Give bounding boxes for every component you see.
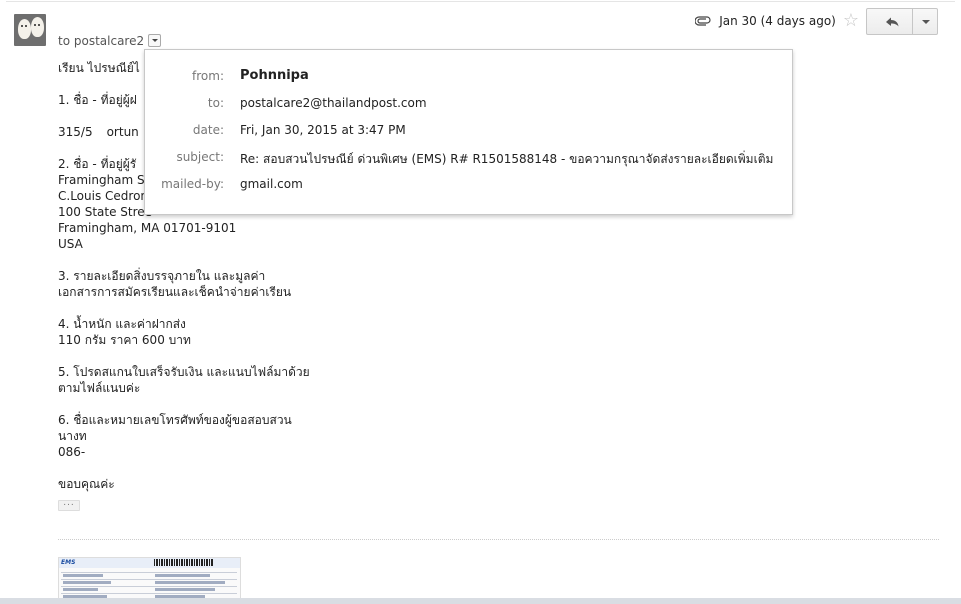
ems-logo: EMS — [61, 559, 76, 566]
avatar-egg-right — [31, 17, 44, 37]
details-date-value: Fri, Jan 30, 2015 at 3:47 PM — [240, 123, 406, 137]
reply-button[interactable] — [866, 8, 913, 35]
barcode-image — [154, 559, 214, 566]
details-mailedby-value: gmail.com — [240, 177, 303, 191]
section-weight: 4. น้ำหนัก และค่าฝากส่ง 110 กรัม ราคา 60… — [58, 317, 191, 347]
sender-avatar[interactable] — [14, 14, 46, 46]
details-from-label: from: — [192, 69, 224, 83]
section-receipt: 5. โปรดสแกนใบเสร็จรับเงิน และแนบไฟล์มาด้… — [58, 365, 310, 395]
message-meta: Jan 30 (4 days ago) ☆ — [695, 12, 859, 30]
details-subject-value: Re: สอบสวนไปรษณีย์ ด่วนพิเศษ (EMS) R# R1… — [240, 152, 774, 166]
avatar-egg-left — [18, 19, 31, 39]
star-icon[interactable]: ☆ — [843, 12, 859, 30]
details-from-value[interactable]: Pohnnipa — [240, 68, 309, 83]
message-date[interactable]: Jan 30 (4 days ago) — [719, 14, 836, 28]
details-subject-label: subject: — [176, 150, 224, 164]
details-to-label: to: — [207, 96, 224, 110]
details-to-value[interactable]: postalcare2@thailandpost.com — [240, 96, 427, 110]
recipients-line: to postalcare2 — [58, 34, 162, 48]
show-details-dropdown-icon[interactable] — [148, 34, 162, 47]
top-divider — [6, 1, 955, 2]
paperclip-icon — [695, 16, 711, 26]
attachment-thumbnail[interactable]: EMS — [58, 557, 241, 604]
attachment-divider — [58, 539, 939, 540]
more-actions-button[interactable] — [912, 8, 938, 35]
reply-icon — [886, 17, 899, 27]
show-trimmed-content-button[interactable]: ... — [58, 499, 80, 511]
details-date-label: date: — [192, 123, 224, 137]
closing-line: ขอบคุณค่ะ — [58, 477, 115, 491]
details-mailedby-label: mailed-by: — [161, 177, 224, 191]
recipients-label: to postalcare2 — [58, 34, 145, 48]
email-view: to postalcare2 Jan 30 (4 days ago) ☆ เรี… — [0, 0, 961, 604]
section-contact: 6. ชื่อและหมายเลขโทรศัพท์ของผู้ขอสอบสวน … — [58, 413, 292, 459]
message-details-popup: from: Pohnnipa to: postalcare2@thailandp… — [144, 49, 793, 215]
window-bottom-bar — [0, 598, 961, 604]
section-contents: 3. รายละเอียดสิ่งบรรจุภายใน และมูลค่า เอ… — [58, 269, 292, 299]
